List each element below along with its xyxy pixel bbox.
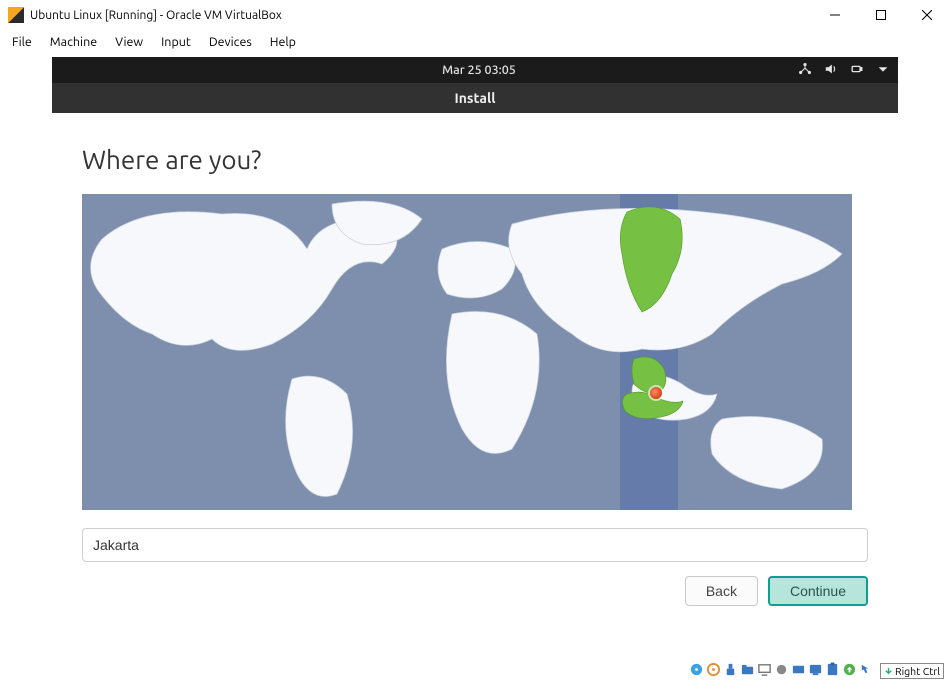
menu-file[interactable]: File xyxy=(4,33,40,51)
virtualbox-menubar: File Machine View Input Devices Help xyxy=(0,31,950,57)
menu-devices[interactable]: Devices xyxy=(201,33,260,51)
virtualbox-statusbar: Right Ctrl xyxy=(0,661,950,681)
world-map-svg xyxy=(82,194,852,510)
vbox-clipboard-icon[interactable] xyxy=(825,662,840,680)
gnome-top-bar: Mar 25 03:05 xyxy=(52,57,898,83)
vbox-shared-folders-icon[interactable] xyxy=(740,662,755,680)
guest-screen: Mar 25 03:05 Install Where are you? xyxy=(3,57,947,662)
system-indicators[interactable] xyxy=(798,62,890,79)
vbox-mouse-integration-icon[interactable] xyxy=(859,662,874,680)
virtualbox-app-icon xyxy=(8,7,24,23)
vbox-display-icon[interactable] xyxy=(757,662,772,680)
clock[interactable]: Mar 25 03:05 xyxy=(442,63,516,77)
minimize-button[interactable] xyxy=(812,0,858,30)
host-key-label: Right Ctrl xyxy=(895,665,940,677)
menu-view[interactable]: View xyxy=(107,33,151,51)
continue-button[interactable]: Continue xyxy=(768,576,868,606)
virtualbox-titlebar: Ubuntu Linux [Running] - Oracle VM Virtu… xyxy=(0,0,950,31)
menu-input[interactable]: Input xyxy=(153,33,199,51)
vbox-network-icon[interactable] xyxy=(808,662,823,680)
network-icon[interactable] xyxy=(798,62,812,79)
power-icon[interactable] xyxy=(850,62,864,79)
chevron-down-icon[interactable] xyxy=(876,62,890,79)
location-pin-icon xyxy=(650,387,662,399)
vbox-recording-icon[interactable] xyxy=(774,662,789,680)
volume-icon[interactable] xyxy=(824,62,838,79)
window-title: Ubuntu Linux [Running] - Oracle VM Virtu… xyxy=(30,9,812,22)
installer-title: Install xyxy=(455,90,496,106)
close-button[interactable] xyxy=(904,0,950,30)
page-title: Where are you? xyxy=(82,145,868,174)
vbox-hdd-icon[interactable] xyxy=(689,662,704,680)
vbox-audio-icon[interactable] xyxy=(791,662,806,680)
installer-titlebar: Install xyxy=(52,83,898,113)
vbox-usb-icon[interactable] xyxy=(723,662,738,680)
vbox-dragdrop-icon[interactable] xyxy=(842,662,857,680)
back-button[interactable]: Back xyxy=(685,576,758,606)
vbox-optical-icon[interactable] xyxy=(706,662,721,680)
location-input[interactable] xyxy=(82,528,868,562)
timezone-map[interactable] xyxy=(82,194,852,510)
host-key-indicator[interactable]: Right Ctrl xyxy=(880,663,944,679)
installer-body: Where are you? xyxy=(52,113,898,606)
nav-buttons: Back Continue xyxy=(82,576,868,606)
menu-help[interactable]: Help xyxy=(262,33,304,51)
maximize-button[interactable] xyxy=(858,0,904,30)
menu-machine[interactable]: Machine xyxy=(42,33,105,51)
